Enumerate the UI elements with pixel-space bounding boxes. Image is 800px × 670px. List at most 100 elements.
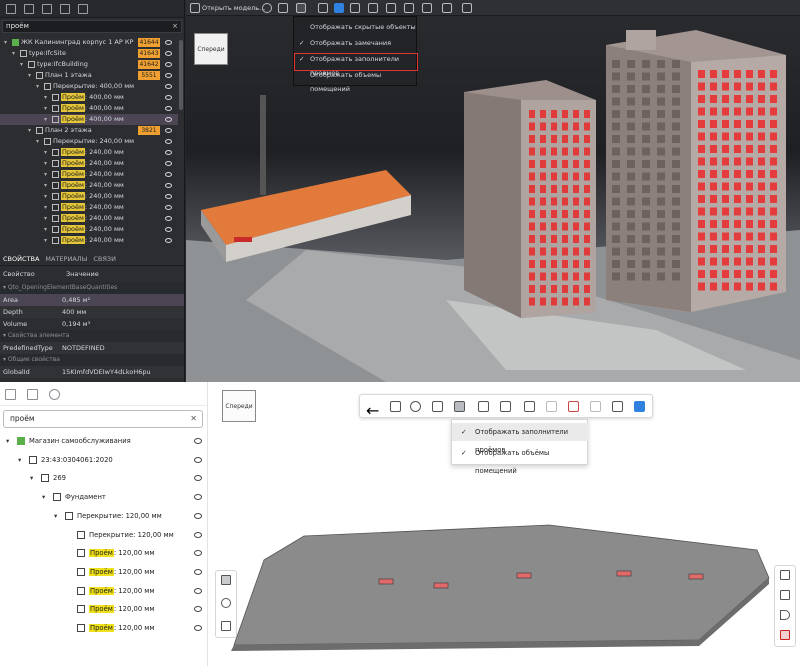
eye-icon[interactable] xyxy=(194,606,202,613)
frame-icon[interactable] xyxy=(390,401,401,412)
view-cube[interactable]: Спереди xyxy=(194,33,228,65)
eye-icon[interactable] xyxy=(165,95,172,100)
eye-icon[interactable] xyxy=(165,227,172,232)
tree-row[interactable]: ▾ type:IfcSite 41643 xyxy=(0,48,178,59)
gear-icon[interactable] xyxy=(262,3,272,13)
eye-icon[interactable] xyxy=(165,194,172,199)
chevron-down-icon[interactable]: ▾ xyxy=(4,37,7,48)
comment-icon[interactable] xyxy=(612,401,623,412)
chevron-down-icon[interactable]: ▾ xyxy=(44,202,47,213)
list-icon[interactable] xyxy=(6,3,16,14)
tree-view-icon[interactable] xyxy=(221,575,231,585)
flag-icon[interactable] xyxy=(334,3,344,13)
layers-icon[interactable] xyxy=(24,3,34,14)
clip-icon[interactable] xyxy=(368,3,378,13)
eye-icon[interactable] xyxy=(194,568,202,575)
opening-mark[interactable] xyxy=(616,570,632,577)
tree-row[interactable]: ▾ План 1 этажа 5551 xyxy=(0,70,178,81)
chevron-down-icon[interactable]: ▾ xyxy=(44,103,47,114)
eye-icon[interactable] xyxy=(49,389,60,400)
chevron-down-icon[interactable]: ▾ xyxy=(44,169,47,180)
open-model-button[interactable]: Открыть модель... xyxy=(202,0,265,16)
tree-row[interactable]: ▾ 23:43:0304061:2020 xyxy=(0,451,208,469)
clear-search-icon[interactable]: × xyxy=(172,21,178,32)
tree-scrollbar[interactable] xyxy=(178,36,184,246)
eye-icon[interactable] xyxy=(194,587,202,594)
tree-row[interactable]: ▾ Проём: 240,00 мм xyxy=(0,158,178,169)
markup-icon[interactable] xyxy=(780,630,790,640)
ruler-icon[interactable] xyxy=(386,3,396,13)
opening-mark[interactable] xyxy=(688,573,704,580)
eye-icon[interactable] xyxy=(165,51,172,56)
filter-icon[interactable] xyxy=(42,3,52,14)
eye-icon[interactable] xyxy=(165,73,172,78)
eye-icon[interactable] xyxy=(194,550,202,557)
eye-icon[interactable] xyxy=(165,183,172,188)
chevron-down-icon[interactable]: ▾ xyxy=(44,235,47,246)
view-cube-light[interactable]: Спереди xyxy=(222,390,256,422)
chevron-down-icon[interactable]: ▾ xyxy=(28,70,31,81)
tree-row[interactable]: ▾ Проём: 240,00 мм xyxy=(0,169,178,180)
tree-row[interactable]: Перекрытие: 120,00 мм xyxy=(0,526,208,544)
tree-row[interactable]: ▾ ЖК Калининград корпус 1 АР КР 41644 xyxy=(0,37,178,48)
eye-icon[interactable] xyxy=(194,494,202,501)
fit-icon[interactable] xyxy=(432,401,443,412)
chevron-down-icon[interactable]: ▾ xyxy=(44,92,47,103)
tree-row[interactable]: ▾ Проём: 400,00 мм xyxy=(0,103,178,114)
axis-icon[interactable] xyxy=(568,401,579,412)
back-arrow-icon[interactable]: ← xyxy=(366,401,379,420)
tree-row[interactable]: ▾ Проём: 400,00 мм xyxy=(0,92,178,103)
tree-row[interactable]: ▾ Проём: 240,00 мм xyxy=(0,202,178,213)
tree-row[interactable]: ▾ Перекрытие: 400,00 мм xyxy=(0,81,178,92)
trash-icon[interactable] xyxy=(546,401,557,412)
eye-icon[interactable] xyxy=(165,161,172,166)
chevron-down-icon[interactable]: ▾ xyxy=(36,136,39,147)
tag-icon[interactable] xyxy=(27,389,38,400)
chevron-down-icon[interactable]: ▾ xyxy=(6,432,9,450)
display-options-icon[interactable] xyxy=(454,401,465,412)
eye-icon[interactable] xyxy=(165,172,172,177)
opening-mark[interactable] xyxy=(378,578,394,585)
chevron-down-icon[interactable]: ▾ xyxy=(44,147,47,158)
tree-row[interactable]: ▾ Проём: 400,00 мм xyxy=(0,114,178,125)
collapse-icon[interactable] xyxy=(60,3,70,14)
chevron-down-icon[interactable]: ▾ xyxy=(44,114,47,125)
tree-row[interactable]: ▾ type:IfcBuilding 41642 xyxy=(0,59,178,70)
menu-item[interactable]: ✓ Отображать заполнители проёмов xyxy=(452,423,589,454)
tree-row[interactable]: ▾ Проём: 240,00 мм xyxy=(0,213,178,224)
chevron-down-icon[interactable]: ▾ xyxy=(44,213,47,224)
history-icon[interactable] xyxy=(221,598,231,608)
eye-icon[interactable] xyxy=(194,456,202,463)
tree-row[interactable]: Проём: 120,00 мм xyxy=(0,544,208,562)
menu-item[interactable]: ✓ Отображать объёмы помещений xyxy=(452,444,589,475)
chevron-down-icon[interactable]: ▾ xyxy=(54,507,57,525)
tree-row[interactable]: Проём: 120,00 мм xyxy=(0,619,208,637)
chevron-down-icon[interactable]: ▾ xyxy=(18,451,21,469)
eye-icon[interactable] xyxy=(165,40,172,45)
tree-row[interactable]: ▾ 269 xyxy=(0,469,208,487)
menu-item[interactable]: ✓ Отображать замечания xyxy=(294,36,418,50)
tab-relations[interactable]: СВЯЗИ xyxy=(93,253,116,265)
tab-materials[interactable]: МАТЕРИАЛЫ xyxy=(45,253,87,265)
eye-icon[interactable] xyxy=(165,150,172,155)
ruler-icon[interactable] xyxy=(524,401,535,412)
eye-icon[interactable] xyxy=(165,84,172,89)
trash-icon[interactable] xyxy=(422,3,432,13)
model-icon[interactable] xyxy=(350,3,360,13)
image-icon[interactable] xyxy=(780,590,790,600)
camera-icon[interactable] xyxy=(442,3,452,13)
tree-row[interactable]: ▾ Магазин самообслуживания xyxy=(0,432,208,450)
chevron-down-icon[interactable]: ▾ xyxy=(36,81,39,92)
section-icon[interactable] xyxy=(478,401,489,412)
chevron-down-icon[interactable]: ▾ xyxy=(44,191,47,202)
tree-row[interactable]: ▾ Перекрытие: 120,00 мм xyxy=(0,507,208,525)
tree-row[interactable]: ▾ Проём: 240,00 мм xyxy=(0,235,178,246)
tree-row[interactable]: ▾ Перекрытие: 240,00 мм xyxy=(0,136,178,147)
chevron-down-icon[interactable]: ▾ xyxy=(30,469,33,487)
cube-icon[interactable] xyxy=(500,401,511,412)
eye-icon[interactable] xyxy=(194,475,202,482)
tree-row[interactable]: ▾ План 2 этажа 3821 xyxy=(0,125,178,136)
eye-icon[interactable] xyxy=(165,216,172,221)
frame-icon[interactable] xyxy=(278,3,288,13)
tree-settings-icon[interactable] xyxy=(78,3,88,14)
